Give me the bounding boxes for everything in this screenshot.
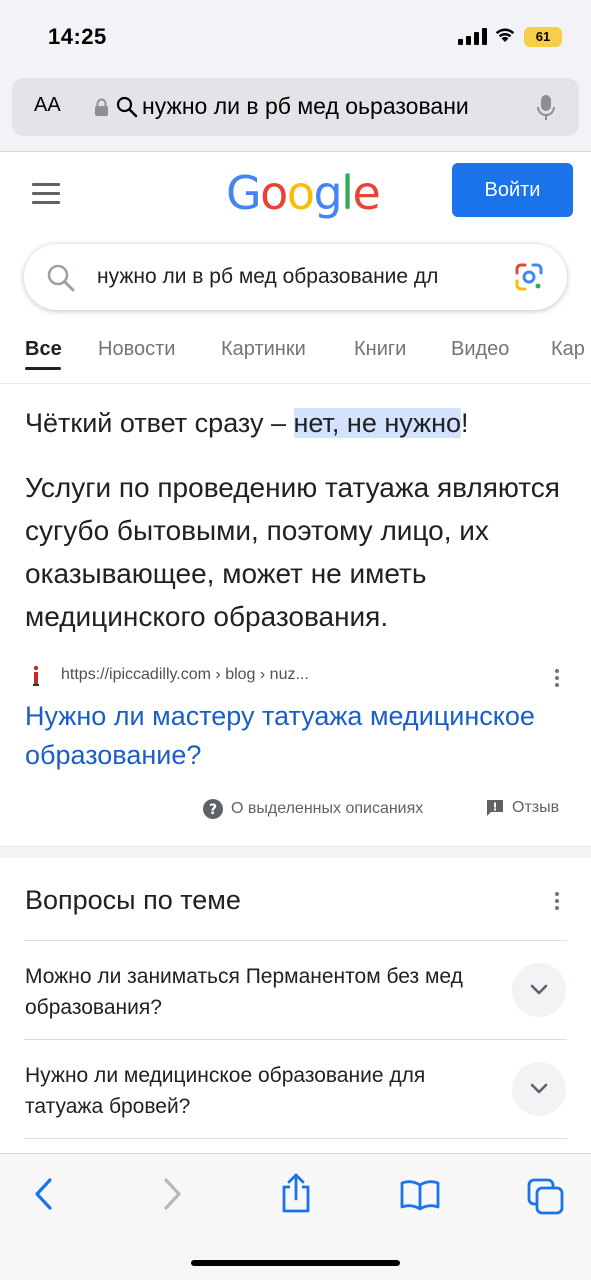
expand-question-button[interactable] <box>512 1062 566 1116</box>
mic-icon[interactable] <box>536 94 556 122</box>
active-tab-indicator <box>25 367 61 370</box>
tab-video[interactable]: Видео <box>451 338 509 361</box>
section-divider <box>0 846 591 858</box>
tab-books[interactable]: Книги <box>354 338 406 361</box>
chevron-down-icon <box>530 984 548 995</box>
more-options-icon[interactable] <box>555 892 559 913</box>
home-indicator <box>191 1260 400 1266</box>
forward-icon[interactable] <box>160 1176 184 1212</box>
featured-snippet-answer: Чёткий ответ сразу – нет, не нужно! <box>25 408 469 439</box>
feedback-icon <box>487 800 503 816</box>
site-favicon-icon <box>33 665 39 686</box>
answer-prefix: Чёткий ответ сразу – <box>25 408 294 438</box>
google-lens-icon[interactable] <box>514 262 544 292</box>
tab-news[interactable]: Новости <box>98 338 175 361</box>
page-settings-button[interactable]: AA <box>34 94 61 117</box>
source-url[interactable]: https://ipiccadilly.com › blog › nuz... <box>61 666 309 684</box>
wifi-icon <box>495 28 515 42</box>
chevron-down-icon <box>530 1083 548 1094</box>
search-input[interactable]: нужно ли в рб мед образование дл <box>24 244 567 310</box>
lock-icon <box>95 98 108 116</box>
more-options-icon[interactable] <box>555 669 559 690</box>
bookmarks-icon[interactable] <box>400 1179 440 1211</box>
answer-highlight: нет, не нужно <box>293 408 462 438</box>
back-icon[interactable] <box>32 1176 56 1212</box>
browser-address-area: AA нужно ли в рб мед оьразовани <box>0 72 591 152</box>
sign-in-button[interactable]: Войти <box>452 163 573 217</box>
result-title-link[interactable]: Нужно ли мастеру татуажа медицинское обр… <box>25 697 545 775</box>
search-query-text[interactable]: нужно ли в рб мед образование дл <box>97 265 492 289</box>
svg-text:?: ? <box>209 802 217 818</box>
related-questions-list: Можно ли заниматься Перманентом без мед … <box>24 940 567 1139</box>
address-bar[interactable]: AA нужно ли в рб мед оьразовани <box>12 78 579 136</box>
expand-question-button[interactable] <box>512 963 566 1017</box>
status-time: 14:25 <box>48 24 107 49</box>
about-featured-snippets-link[interactable]: ? О выделенных описаниях <box>203 799 423 819</box>
search-tabs: Все Новости Картинки Книги Видео Кар <box>0 334 591 384</box>
tab-images[interactable]: Картинки <box>221 338 306 361</box>
feedback-label: Отзыв <box>512 799 560 816</box>
share-icon[interactable] <box>278 1172 314 1214</box>
about-label: О выделенных описаниях <box>231 800 424 817</box>
url-text[interactable]: нужно ли в рб мед оьразовани <box>142 93 527 120</box>
status-bar: 14:25 61 <box>0 0 591 72</box>
search-icon <box>116 96 138 118</box>
cellular-signal-icon <box>458 28 487 45</box>
tabs-icon[interactable] <box>527 1178 565 1216</box>
battery-indicator: 61 <box>524 27 562 47</box>
featured-snippet-text: Услуги по проведению татуажа являются су… <box>25 472 560 632</box>
help-icon: ? <box>203 799 223 819</box>
feedback-link[interactable]: Отзыв <box>486 799 559 817</box>
aa-label: AA <box>34 94 61 116</box>
tab-maps[interactable]: Кар <box>551 338 585 361</box>
text-fade <box>444 254 504 300</box>
search-icon <box>47 264 75 292</box>
question-text: Можно ли заниматься Перманентом без мед … <box>25 965 463 1019</box>
question-text: Нужно ли медицинское образование для тат… <box>25 1064 426 1118</box>
tab-all[interactable]: Все <box>25 338 62 361</box>
question-item[interactable]: Нужно ли медицинское образование для тат… <box>24 1040 567 1139</box>
answer-suffix: ! <box>461 408 469 438</box>
menu-icon[interactable] <box>32 183 60 210</box>
related-questions-heading: Вопросы по теме <box>25 885 241 915</box>
question-item[interactable]: Можно ли заниматься Перманентом без мед … <box>24 941 567 1040</box>
google-logo[interactable]: Google <box>226 166 381 220</box>
